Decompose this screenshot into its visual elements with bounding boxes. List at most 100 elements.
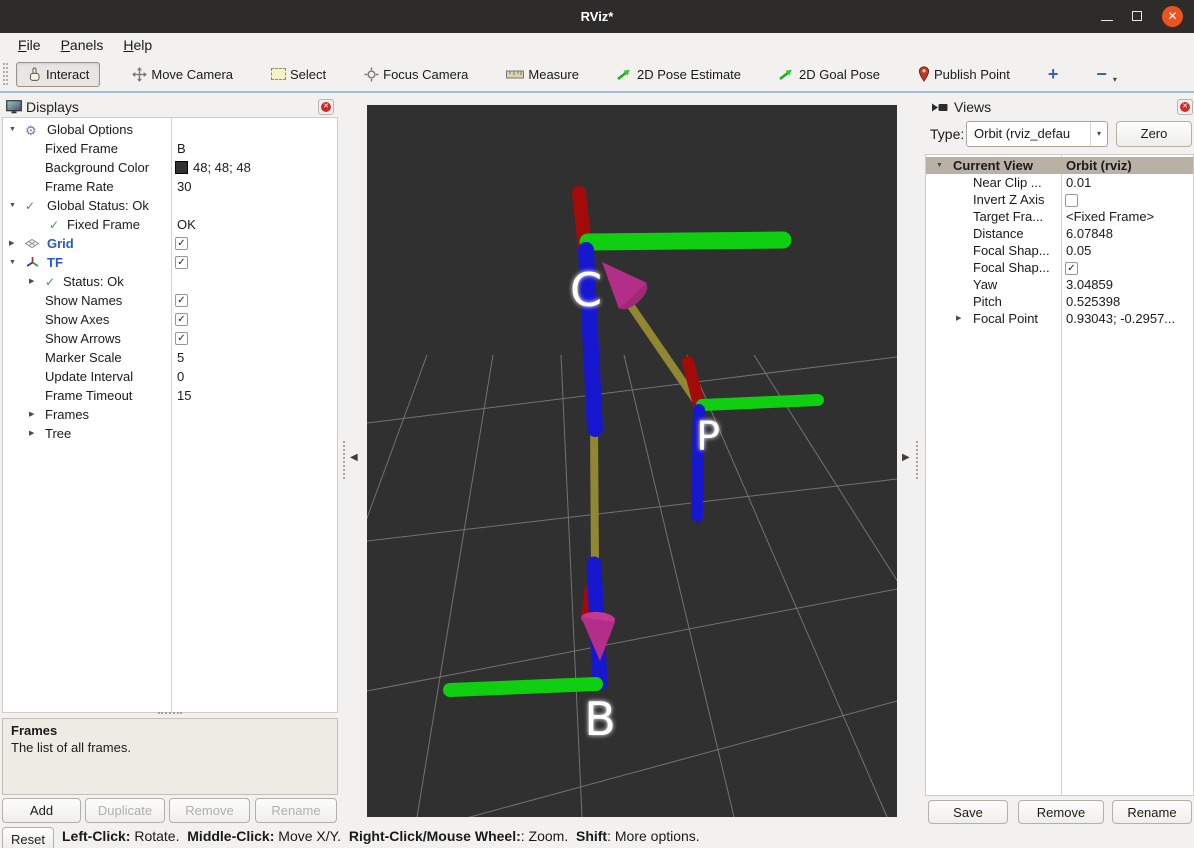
remove-tool-button[interactable]: − ▾: [1090, 61, 1123, 88]
expander-icon[interactable]: ▼: [9, 253, 16, 272]
menu-file[interactable]: File: [8, 33, 51, 57]
minimize-button[interactable]: [1092, 0, 1122, 33]
add-tool-button[interactable]: +: [1042, 62, 1065, 86]
displays-tree[interactable]: ▼ ⚙ Global Options Fixed Frame B Backgro…: [2, 117, 338, 713]
row-value[interactable]: 6.07848: [1066, 225, 1113, 242]
expander-icon[interactable]: ▼: [9, 120, 16, 139]
title-bar[interactable]: RViz* ✕: [0, 0, 1194, 33]
row-value[interactable]: 48; 48; 48: [193, 158, 251, 177]
row-fixed-frame-status[interactable]: ✓ Fixed Frame OK: [3, 215, 337, 234]
row-show-axes[interactable]: Show Axes ✓: [3, 310, 337, 329]
row-value[interactable]: 0.05: [1066, 242, 1091, 259]
remove-view-button[interactable]: Remove: [1018, 800, 1104, 824]
row-target-frame[interactable]: Target Fra... <Fixed Frame>: [926, 208, 1193, 225]
collapse-left-icon[interactable]: ◀: [350, 452, 358, 463]
tool-2d-pose-estimate[interactable]: 2D Pose Estimate: [611, 63, 747, 86]
rename-view-button[interactable]: Rename: [1112, 800, 1192, 824]
row-frame-rate[interactable]: Frame Rate 30: [3, 177, 337, 196]
tool-measure[interactable]: Measure: [500, 63, 585, 86]
3d-viewport[interactable]: C C P P B B: [367, 105, 897, 817]
tool-select[interactable]: Select: [265, 63, 332, 86]
expander-icon[interactable]: ▶: [29, 405, 34, 424]
show-arrows-checkbox[interactable]: ✓: [175, 332, 188, 345]
row-value[interactable]: 5: [177, 348, 184, 367]
row-current-view[interactable]: ▼ Current View Orbit (rviz): [926, 157, 1193, 174]
show-axes-checkbox[interactable]: ✓: [175, 313, 188, 326]
expander-icon[interactable]: ▶: [29, 272, 34, 291]
maximize-button[interactable]: [1122, 0, 1152, 33]
invert-z-checkbox[interactable]: ✓: [1065, 194, 1078, 207]
row-frame-timeout[interactable]: Frame Timeout 15: [3, 386, 337, 405]
row-global-status[interactable]: ▼ ✓ Global Status: Ok: [3, 196, 337, 215]
add-button[interactable]: Add: [2, 798, 81, 823]
row-marker-scale[interactable]: Marker Scale 5: [3, 348, 337, 367]
row-tf[interactable]: ▼ TF ✓: [3, 253, 337, 272]
close-button[interactable]: ✕: [1158, 0, 1188, 33]
row-show-names[interactable]: Show Names ✓: [3, 291, 337, 310]
tool-move-camera[interactable]: Move Camera: [126, 63, 239, 86]
color-swatch[interactable]: [175, 161, 188, 174]
view-type-combobox[interactable]: Orbit (rviz_defau ▾: [966, 121, 1108, 147]
views-close-button[interactable]: ✕: [1177, 99, 1193, 115]
row-label: Distance: [973, 225, 1024, 242]
tool-interact[interactable]: Interact: [16, 62, 100, 87]
help-splitter-handle[interactable]: [158, 712, 182, 714]
row-label: Grid: [47, 234, 74, 253]
tf-checkbox[interactable]: ✓: [175, 256, 188, 269]
row-value[interactable]: 30: [177, 177, 191, 196]
row-fixed-frame[interactable]: Fixed Frame B: [3, 139, 337, 158]
left-splitter-dots[interactable]: [343, 441, 345, 479]
tool-bar: Interact Move Camera Select Focus Camera…: [0, 57, 1194, 93]
reset-button[interactable]: Reset: [2, 827, 54, 848]
row-focal-point[interactable]: ▶ Focal Point 0.93043; -0.2957...: [926, 310, 1193, 327]
row-tree[interactable]: ▶ Tree: [3, 424, 337, 443]
row-grid[interactable]: ▶ Grid ✓: [3, 234, 337, 253]
duplicate-button[interactable]: Duplicate: [85, 798, 165, 823]
row-value[interactable]: 3.04859: [1066, 276, 1113, 293]
row-label: Current View: [953, 157, 1033, 174]
tool-focus-camera[interactable]: Focus Camera: [358, 63, 474, 86]
right-splitter-dots[interactable]: [916, 441, 918, 479]
row-value: Orbit (rviz): [1066, 157, 1132, 174]
row-value[interactable]: 15: [177, 386, 191, 405]
row-value[interactable]: B: [177, 139, 186, 158]
tool-2d-goal-pose[interactable]: 2D Goal Pose: [773, 63, 886, 86]
row-value[interactable]: 0.01: [1066, 174, 1091, 191]
views-tree[interactable]: ▼ Current View Orbit (rviz) Near Clip ..…: [925, 154, 1194, 796]
row-distance[interactable]: Distance 6.07848: [926, 225, 1193, 242]
row-near-clip[interactable]: Near Clip ... 0.01: [926, 174, 1193, 191]
remove-button[interactable]: Remove: [169, 798, 250, 823]
grid-checkbox[interactable]: ✓: [175, 237, 188, 250]
row-focal-shape-fixed[interactable]: Focal Shap... ✓: [926, 259, 1193, 276]
row-pitch[interactable]: Pitch 0.525398: [926, 293, 1193, 310]
expander-icon[interactable]: ▶: [29, 424, 34, 443]
row-yaw[interactable]: Yaw 3.04859: [926, 276, 1193, 293]
row-tf-status[interactable]: ▶ ✓ Status: Ok: [3, 272, 337, 291]
expander-icon[interactable]: ▶: [9, 234, 14, 253]
row-background-color[interactable]: Background Color 48; 48; 48: [3, 158, 337, 177]
row-update-interval[interactable]: Update Interval 0: [3, 367, 337, 386]
menu-help[interactable]: Help: [113, 33, 162, 57]
row-global-options[interactable]: ▼ ⚙ Global Options: [3, 120, 337, 139]
save-button[interactable]: Save: [928, 800, 1008, 824]
displays-close-button[interactable]: ✕: [318, 99, 334, 115]
row-value[interactable]: 0.525398: [1066, 293, 1120, 310]
row-value[interactable]: <Fixed Frame>: [1066, 208, 1154, 225]
row-show-arrows[interactable]: Show Arrows ✓: [3, 329, 337, 348]
tool-publish-point[interactable]: Publish Point: [912, 62, 1016, 86]
row-focal-shape-size[interactable]: Focal Shap... 0.05: [926, 242, 1193, 259]
row-value[interactable]: 0.93043; -0.2957...: [1066, 310, 1175, 327]
zero-button[interactable]: Zero: [1116, 121, 1192, 147]
row-invert-z-axis[interactable]: Invert Z Axis ✓: [926, 191, 1193, 208]
menu-panels[interactable]: Panels: [51, 33, 114, 57]
rename-button[interactable]: Rename: [255, 798, 337, 823]
expander-icon[interactable]: ▶: [956, 310, 961, 327]
show-names-checkbox[interactable]: ✓: [175, 294, 188, 307]
expander-icon[interactable]: ▼: [9, 196, 16, 215]
focal-shape-checkbox[interactable]: ✓: [1065, 262, 1078, 275]
row-value[interactable]: 0: [177, 367, 184, 386]
expander-icon[interactable]: ▼: [936, 157, 943, 174]
toolbar-drag-handle[interactable]: [3, 63, 8, 85]
row-frames[interactable]: ▶ Frames: [3, 405, 337, 424]
collapse-right-icon[interactable]: ▶: [902, 452, 910, 463]
